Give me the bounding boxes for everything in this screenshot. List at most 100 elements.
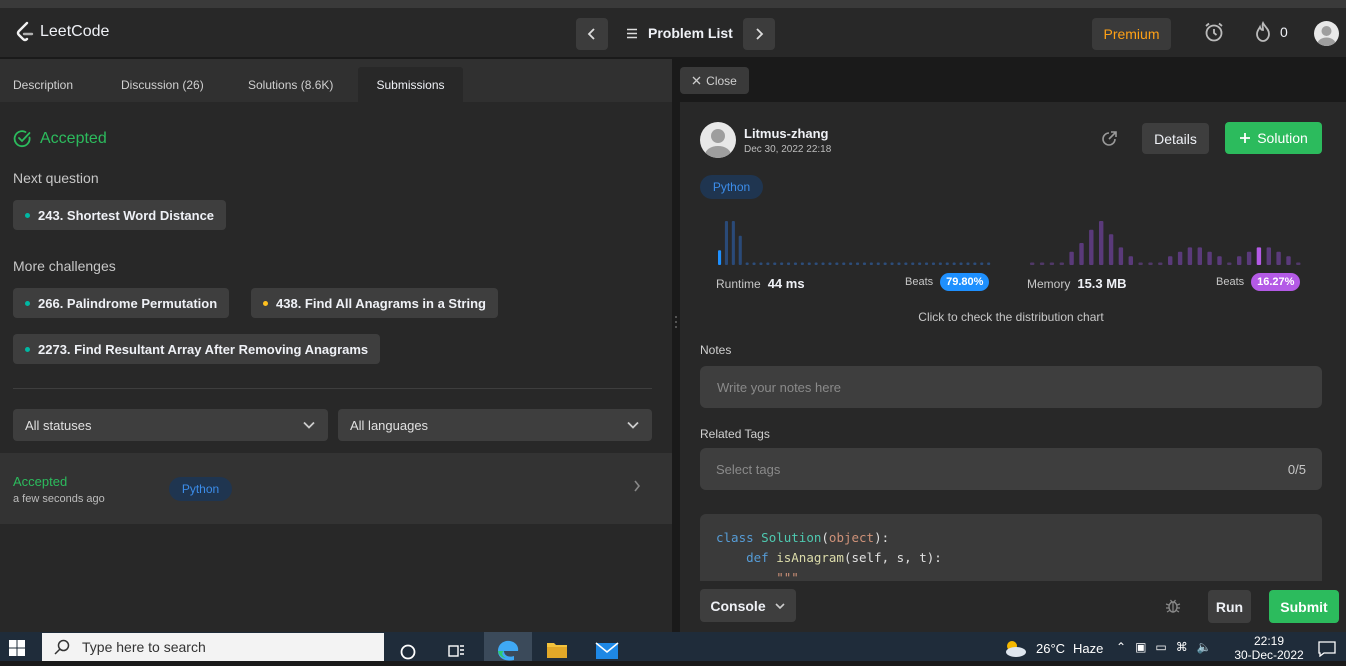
notes-input[interactable]: Write your notes here — [700, 366, 1322, 408]
problem-list-link[interactable]: Problem List — [626, 25, 733, 41]
premium-button[interactable]: Premium — [1092, 18, 1171, 50]
code-token: object — [828, 530, 875, 545]
file-explorer-icon[interactable] — [546, 640, 568, 665]
runtime-distribution-chart[interactable] — [716, 215, 996, 265]
cloud-icon — [1006, 641, 1026, 657]
weather-condition: Haze — [1073, 640, 1104, 656]
distribution-hint[interactable]: Click to check the distribution chart — [680, 310, 1342, 324]
difficulty-dot-easy — [25, 212, 30, 218]
distribution-bar — [876, 262, 880, 265]
weather-widget[interactable]: 26°C Haze — [1002, 638, 1103, 658]
chip-label: 243. Shortest Word Distance — [38, 207, 215, 223]
streak-count: 0 — [1280, 24, 1288, 40]
tab-description[interactable]: Description — [0, 67, 86, 102]
run-button[interactable]: Run — [1208, 590, 1251, 623]
distribution-bar — [849, 262, 853, 265]
post-solution-button[interactable]: Solution — [1225, 122, 1322, 154]
windows-start-icon[interactable] — [9, 640, 25, 661]
check-circle-icon — [13, 130, 31, 148]
challenge-chip[interactable]: 2273. Find Resultant Array After Removin… — [13, 334, 381, 364]
challenge-chip[interactable]: 438. Find All Anagrams in a String — [251, 288, 498, 318]
solution-label: Solution — [1257, 130, 1308, 146]
tab-discussion[interactable]: Discussion (26) — [108, 67, 217, 102]
distribution-bar — [869, 262, 873, 265]
submission-row[interactable]: Accepted a few seconds ago Python — [0, 453, 672, 524]
submit-button[interactable]: Submit — [1269, 590, 1339, 623]
details-button[interactable]: Details — [1142, 123, 1209, 154]
close-icon — [692, 76, 701, 85]
memory-beats-badge: 16.27% — [1251, 273, 1301, 291]
challenge-chip[interactable]: 266. Palindrome Permutation — [13, 288, 230, 318]
notes-placeholder: Write your notes here — [717, 379, 842, 395]
mail-icon[interactable] — [595, 642, 619, 665]
runtime-beats-label: Beats — [905, 276, 934, 288]
distribution-bar — [925, 262, 929, 265]
tab-solutions[interactable]: Solutions (8.6K) — [235, 67, 346, 102]
notification-icon[interactable] — [1318, 641, 1336, 662]
memory-beats: Beats 16.27% — [1216, 273, 1301, 291]
console-toggle-button[interactable]: Console — [700, 589, 796, 622]
language-filter-value: All languages — [350, 417, 429, 433]
next-problem-button[interactable] — [743, 18, 775, 50]
wifi-icon[interactable]: ⌘ — [1176, 640, 1188, 654]
taskbar-search-box[interactable]: Type here to search — [42, 633, 384, 661]
distribution-bar — [959, 262, 963, 265]
distribution-bar — [1059, 262, 1064, 265]
volume-icon[interactable]: 🔈 — [1197, 640, 1212, 654]
language-filter-select[interactable]: All languages — [338, 409, 652, 441]
distribution-bar — [738, 235, 742, 265]
distribution-bar — [752, 262, 756, 265]
author-avatar[interactable] — [700, 122, 736, 158]
logo[interactable]: LeetCode — [16, 21, 109, 43]
battery-icon[interactable]: ▭ — [1155, 640, 1166, 654]
tags-select[interactable]: Select tags 0/5 — [700, 448, 1322, 490]
next-question-title: Next question — [13, 170, 99, 186]
browser-top-strip — [0, 0, 1346, 8]
close-button[interactable]: Close — [680, 67, 749, 94]
cortana-icon[interactable] — [400, 644, 416, 665]
author-username[interactable]: Litmus-zhang — [744, 126, 829, 141]
edge-browser-icon[interactable] — [495, 639, 521, 666]
streak-counter[interactable]: 0 — [1254, 21, 1288, 43]
related-tags-label: Related Tags — [700, 427, 770, 441]
distribution-bar — [980, 262, 984, 265]
prev-problem-button[interactable] — [576, 18, 608, 50]
distribution-bar — [1069, 251, 1074, 265]
debug-bug-icon[interactable] — [1164, 597, 1182, 620]
user-avatar[interactable] — [1314, 21, 1339, 46]
distribution-bar — [1128, 256, 1133, 265]
distribution-bar — [987, 262, 991, 265]
next-question-chip[interactable]: 243. Shortest Word Distance — [13, 200, 227, 230]
submission-time: a few seconds ago — [13, 493, 105, 505]
distribution-bar — [759, 262, 763, 265]
task-view-icon[interactable] — [448, 644, 466, 665]
memory-distribution-chart[interactable] — [1028, 215, 1308, 265]
distribution-bar — [862, 262, 866, 265]
distribution-bar — [1286, 256, 1291, 265]
distribution-bar — [856, 262, 860, 265]
distribution-bar — [1237, 256, 1242, 265]
left-tab-bar: Description Discussion (26) Solutions (8… — [0, 59, 672, 102]
distribution-bar — [1276, 251, 1281, 265]
panel-splitter[interactable] — [672, 59, 680, 632]
distribution-bar — [1296, 262, 1301, 265]
taskbar-clock[interactable]: 22:19 30-Dec-2022 — [1232, 634, 1306, 662]
status-filter-value: All statuses — [25, 417, 92, 433]
system-tray[interactable]: ⌃ ▣ ▭ ⌘ 🔈 — [1116, 640, 1212, 654]
close-label: Close — [706, 73, 737, 88]
meet-now-icon[interactable]: ▣ — [1135, 640, 1146, 654]
distribution-bar — [897, 262, 901, 265]
tab-submissions[interactable]: Submissions — [358, 67, 463, 102]
chevron-up-icon[interactable]: ⌃ — [1116, 640, 1126, 654]
distribution-bar — [931, 262, 935, 265]
code-token: Solution — [761, 530, 822, 545]
result-header: Accepted — [13, 129, 107, 148]
distribution-bar — [1158, 262, 1163, 265]
distribution-bar — [952, 262, 956, 265]
status-filter-select[interactable]: All statuses — [13, 409, 328, 441]
share-icon[interactable] — [1100, 130, 1118, 153]
submission-date: Dec 30, 2022 22:18 — [744, 144, 832, 155]
chevron-down-icon — [775, 602, 785, 609]
distribution-bar — [883, 262, 887, 265]
alarm-clock-icon[interactable] — [1203, 21, 1225, 48]
